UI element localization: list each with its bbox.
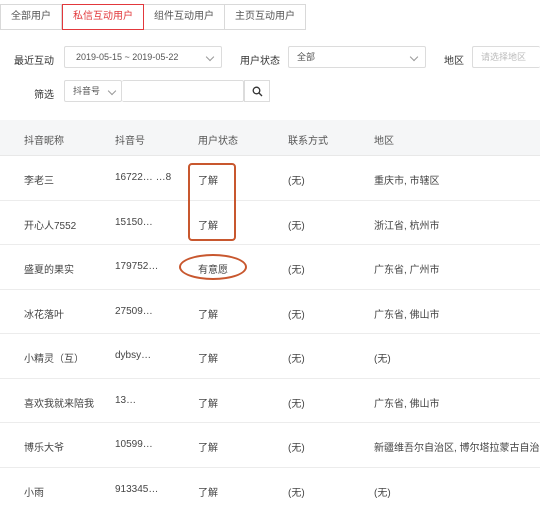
cell-nickname: 开心人7552 xyxy=(24,220,77,232)
cell-contact: (无) xyxy=(288,354,305,365)
user-status-value: 全部 xyxy=(297,52,316,62)
chevron-down-icon xyxy=(205,52,215,62)
header-user-status: 用户状态 xyxy=(198,136,238,147)
cell-status: 了解 xyxy=(198,487,218,499)
user-status-label: 用户状态 xyxy=(240,56,280,67)
table-row[interactable]: 喜欢我就来陪我 13… 了解 (无) 广东省, 佛山市 xyxy=(0,379,540,423)
cell-contact: (无) xyxy=(288,220,305,232)
highlight-ellipse-interested xyxy=(179,254,247,280)
table-row[interactable]: 冰花落叶 27509… 了解 (无) 广东省, 佛山市 xyxy=(0,290,540,334)
table-header: 抖音昵称 抖音号 用户状态 联系方式 地区 xyxy=(0,120,540,156)
table-row[interactable]: 小雨 913345… 了解 (无) (无) xyxy=(0,468,540,507)
user-type-tabs: 全部用户 私信互动用户 组件互动用户 主页互动用户 xyxy=(0,4,306,30)
cell-region: (无) xyxy=(374,487,391,499)
tab-homepage-users[interactable]: 主页互动用户 xyxy=(225,4,306,30)
cell-status: 了解 xyxy=(198,398,218,410)
cell-douyin-id: 179752… xyxy=(115,261,159,272)
region-placeholder: 请选择地区 xyxy=(481,52,527,62)
table-row[interactable]: 盛夏的果实 179752… 有意愿 (无) 广东省, 广州市 xyxy=(0,245,540,290)
cell-region: 新疆维吾尔自治区, 博尔塔拉蒙古自治 xyxy=(374,443,540,454)
table-row[interactable]: 开心人7552 15150… 了解 (无) 浙江省, 杭州市 xyxy=(0,201,540,245)
cell-nickname: 盛夏的果实 xyxy=(24,265,74,276)
cell-contact: (无) xyxy=(288,443,305,454)
date-range-picker[interactable]: 2019-05-15 ~ 2019-05-22 xyxy=(64,46,222,68)
user-status-select[interactable]: 全部 xyxy=(288,46,426,68)
cell-nickname: 冰花落叶 xyxy=(24,309,64,321)
cell-douyin-id: 10599… xyxy=(115,439,153,450)
date-range-value: 2019-05-15 ~ 2019-05-22 xyxy=(76,52,179,62)
search-button[interactable] xyxy=(244,80,270,102)
screen-type-value: 抖音号 xyxy=(73,86,101,96)
table-row[interactable]: 博乐大爷 10599… 了解 (无) 新疆维吾尔自治区, 博尔塔拉蒙古自治 xyxy=(0,423,540,468)
cell-nickname: 小精灵（互） xyxy=(24,354,84,365)
search-input[interactable] xyxy=(122,80,244,102)
cell-region: 广东省, 广州市 xyxy=(374,265,440,276)
cell-douyin-id: 15150… xyxy=(115,216,153,228)
cell-nickname: 喜欢我就来陪我 xyxy=(24,398,94,410)
tab-dm-users[interactable]: 私信互动用户 xyxy=(62,4,144,30)
cell-region: 广东省, 佛山市 xyxy=(374,309,440,321)
screen-type-select[interactable]: 抖音号 xyxy=(64,80,122,102)
cell-douyin-id: dybsy… xyxy=(115,350,152,361)
search-icon xyxy=(252,86,263,97)
header-douyin-id: 抖音号 xyxy=(115,136,145,147)
cell-nickname: 博乐大爷 xyxy=(24,443,64,454)
cell-douyin-id: 16722… …8 xyxy=(115,172,172,183)
region-select[interactable]: 请选择地区 xyxy=(472,46,540,68)
cell-contact: (无) xyxy=(288,398,305,410)
cell-status: 了解 xyxy=(198,309,218,321)
cell-nickname: 李老三 xyxy=(24,176,54,187)
cell-nickname: 小雨 xyxy=(24,487,44,499)
tab-component-users[interactable]: 组件互动用户 xyxy=(144,4,225,30)
table-row[interactable]: 李老三 16722… …8 了解 (无) 重庆市, 市辖区 xyxy=(0,156,540,201)
table-row[interactable]: 小精灵（互） dybsy… 了解 (无) (无) xyxy=(0,334,540,379)
cell-contact: (无) xyxy=(288,265,305,276)
cell-contact: (无) xyxy=(288,176,305,187)
cell-region: (无) xyxy=(374,354,391,365)
recent-interaction-label: 最近互动 xyxy=(14,56,54,67)
cell-status: 了解 xyxy=(198,354,218,365)
cell-douyin-id: 27509… xyxy=(115,305,153,317)
chevron-down-icon xyxy=(107,86,117,96)
header-region: 地区 xyxy=(374,136,394,147)
tab-all-users[interactable]: 全部用户 xyxy=(0,4,62,30)
cell-douyin-id: 913345… xyxy=(115,483,159,495)
cell-region: 广东省, 佛山市 xyxy=(374,398,440,410)
cell-contact: (无) xyxy=(288,487,305,499)
cell-region: 重庆市, 市辖区 xyxy=(374,176,440,187)
cell-region: 浙江省, 杭州市 xyxy=(374,220,440,232)
header-nickname: 抖音昵称 xyxy=(24,136,64,147)
highlight-box-status xyxy=(188,163,236,241)
screen-label: 筛选 xyxy=(34,90,54,101)
region-label: 地区 xyxy=(444,56,464,67)
cell-status: 了解 xyxy=(198,443,218,454)
cell-contact: (无) xyxy=(288,309,305,321)
cell-douyin-id: 13… xyxy=(115,394,137,406)
header-contact: 联系方式 xyxy=(288,136,328,147)
chevron-down-icon xyxy=(409,52,419,62)
